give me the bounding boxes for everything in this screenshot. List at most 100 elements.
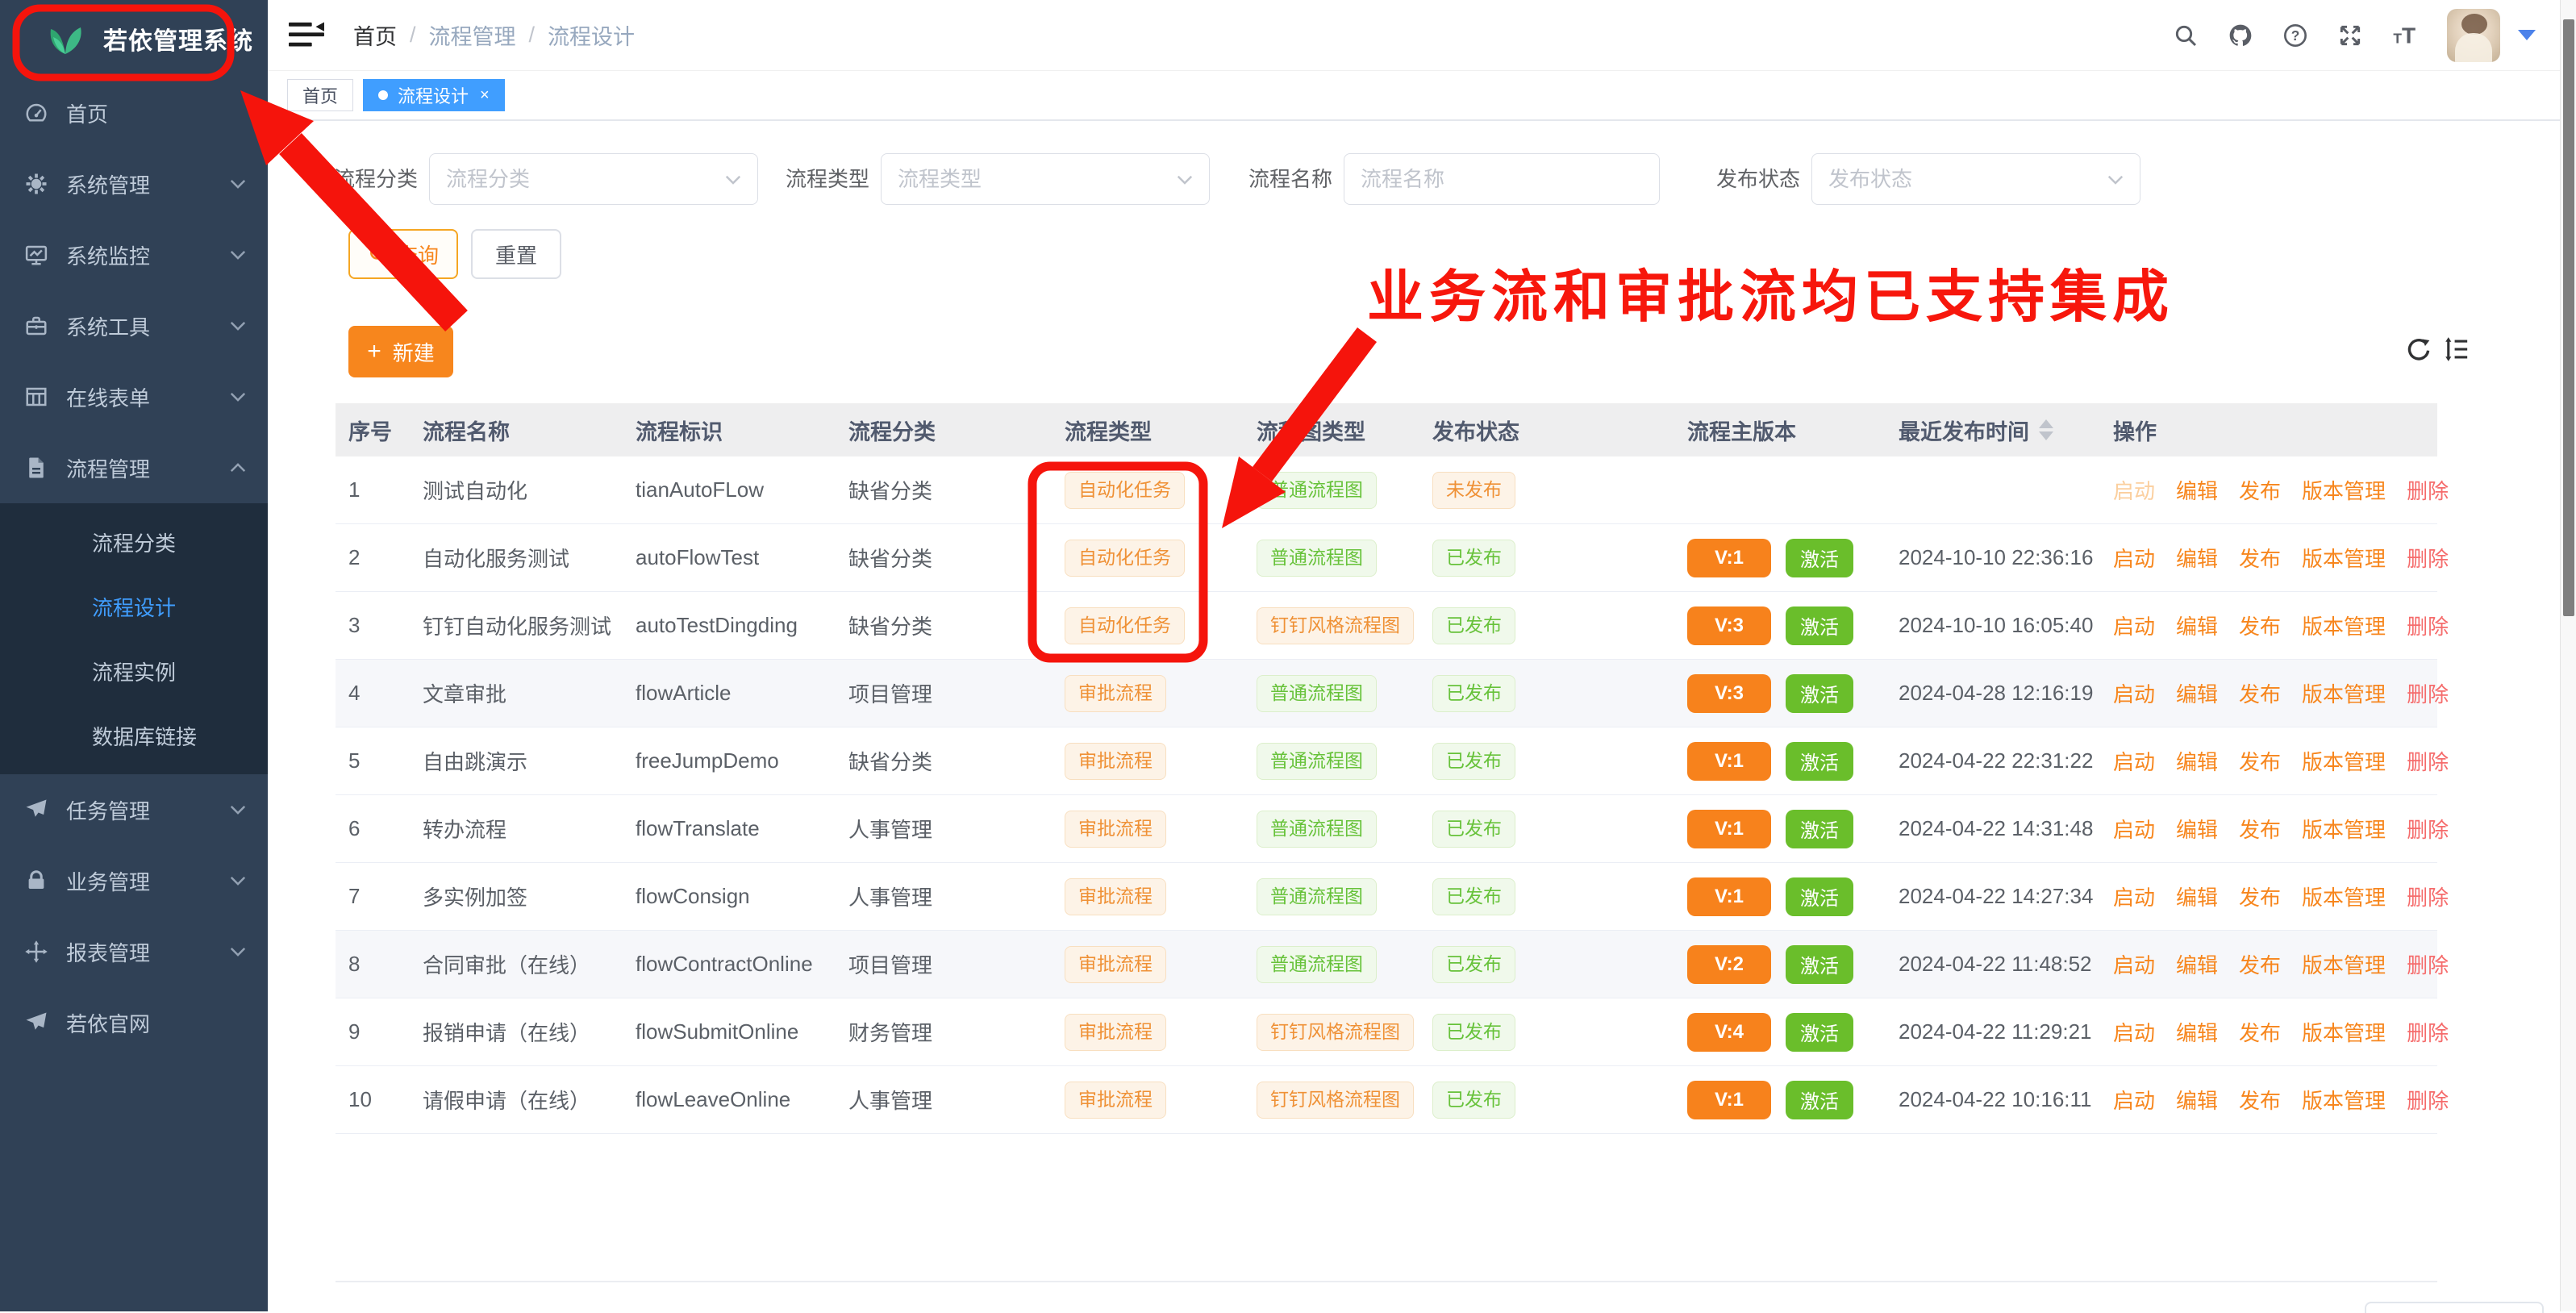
- version-manage-action[interactable]: 版本管理: [2302, 611, 2386, 640]
- create-button[interactable]: + 新建: [348, 326, 453, 377]
- publish-action[interactable]: 发布: [2239, 1085, 2281, 1115]
- sidebar-item-system-tools[interactable]: 系统工具: [0, 290, 268, 361]
- search-button[interactable]: 查询: [348, 229, 458, 279]
- filter-type-label: 流程类型: [786, 153, 869, 205]
- refresh-icon[interactable]: [2405, 336, 2432, 363]
- start-action[interactable]: 启动: [2113, 746, 2155, 776]
- version-manage-action[interactable]: 版本管理: [2302, 882, 2386, 911]
- delete-action[interactable]: 删除: [2407, 746, 2449, 776]
- sidebar-item-flow-admin[interactable]: 流程管理: [0, 432, 268, 503]
- sidebar-item-system-admin[interactable]: 系统管理: [0, 148, 268, 219]
- edit-action[interactable]: 编辑: [2176, 882, 2218, 911]
- start-action[interactable]: 启动: [2113, 1017, 2155, 1047]
- version-manage-action[interactable]: 版本管理: [2302, 475, 2386, 505]
- close-icon[interactable]: ×: [480, 87, 490, 103]
- publish-action[interactable]: 发布: [2239, 814, 2281, 844]
- delete-action[interactable]: 删除: [2407, 882, 2449, 911]
- sidebar-subitem-flow-instance[interactable]: 流程实例: [0, 639, 268, 703]
- delete-action[interactable]: 删除: [2407, 678, 2449, 708]
- edit-action[interactable]: 编辑: [2176, 949, 2218, 979]
- sidebar-collapse-icon[interactable]: [289, 21, 324, 50]
- publish-action[interactable]: 发布: [2239, 1017, 2281, 1047]
- scrollbar-thumb[interactable]: [2563, 19, 2574, 616]
- version-manage-action[interactable]: 版本管理: [2302, 949, 2386, 979]
- process-type-badge: 审批流程: [1065, 811, 1166, 848]
- diagram-type-badge: 钉钉风格流程图: [1257, 1082, 1414, 1119]
- sidebar-subitem-flow-design[interactable]: 流程设计: [0, 574, 268, 639]
- sidebar-item-home[interactable]: 首页: [0, 77, 268, 148]
- delete-action[interactable]: 删除: [2407, 949, 2449, 979]
- edit-action[interactable]: 编辑: [2176, 1017, 2218, 1047]
- version-manage-action[interactable]: 版本管理: [2302, 678, 2386, 708]
- delete-action[interactable]: 删除: [2407, 475, 2449, 505]
- sidebar-item-online-forms[interactable]: 在线表单: [0, 361, 268, 432]
- breadcrumb-item[interactable]: 首页: [353, 19, 397, 51]
- filter-type-select[interactable]: [881, 153, 1210, 205]
- version-manage-action[interactable]: 版本管理: [2302, 543, 2386, 573]
- edit-action[interactable]: 编辑: [2176, 814, 2218, 844]
- sidebar-item-system-monitor[interactable]: 系统监控: [0, 219, 268, 290]
- start-action[interactable]: 启动: [2113, 882, 2155, 911]
- filter-category-select[interactable]: [429, 153, 758, 205]
- sidebar-subitem-db-link[interactable]: 数据库链接: [0, 703, 268, 768]
- filter-name-input[interactable]: [1344, 153, 1660, 205]
- delete-action[interactable]: 删除: [2407, 814, 2449, 844]
- sidebar-item-task-admin[interactable]: 任务管理: [0, 774, 268, 845]
- edit-action[interactable]: 编辑: [2176, 746, 2218, 776]
- version-manage-action[interactable]: 版本管理: [2302, 1085, 2386, 1115]
- active-badge: 激活: [1786, 606, 1853, 645]
- publish-time: 2024-04-28 12:16:19: [1886, 681, 2100, 706]
- process-name: 自由跳演示: [410, 746, 623, 776]
- edit-action[interactable]: 编辑: [2176, 475, 2218, 505]
- start-action[interactable]: 启动: [2113, 678, 2155, 708]
- sidebar-item-ruoyi-site[interactable]: 若依官网: [0, 987, 268, 1058]
- delete-action[interactable]: 删除: [2407, 543, 2449, 573]
- start-action[interactable]: 启动: [2113, 611, 2155, 640]
- table-row: 1测试自动化tianAutoFLow缺省分类自动化任务普通流程图未发布启动编辑发…: [336, 456, 2437, 524]
- process-category: 人事管理: [836, 882, 1052, 911]
- reset-button[interactable]: 重置: [471, 229, 561, 279]
- publish-action[interactable]: 发布: [2239, 611, 2281, 640]
- sidebar-item-report-admin[interactable]: 报表管理: [0, 916, 268, 987]
- sidebar-item-business-admin[interactable]: 业务管理: [0, 845, 268, 916]
- tab-首页[interactable]: 首页: [287, 79, 353, 111]
- row-actions: 启动编辑发布版本管理删除: [2100, 1085, 2449, 1115]
- sort-asc-icon[interactable]: [2039, 419, 2053, 428]
- sidebar-subitem-flow-category[interactable]: 流程分类: [0, 510, 268, 574]
- scrollbar[interactable]: [2560, 0, 2576, 1311]
- filter-status-select[interactable]: [1811, 153, 2140, 205]
- row-index: 3: [336, 613, 410, 638]
- version-manage-action[interactable]: 版本管理: [2302, 746, 2386, 776]
- publish-action[interactable]: 发布: [2239, 475, 2281, 505]
- edit-action[interactable]: 编辑: [2176, 1085, 2218, 1115]
- diagram-type-cell: 普通流程图: [1244, 472, 1419, 509]
- sort-caret-icon[interactable]: [2039, 419, 2053, 440]
- publish-action[interactable]: 发布: [2239, 882, 2281, 911]
- filter-category-label: 流程分类: [334, 153, 418, 205]
- row-index: 6: [336, 816, 410, 841]
- start-action[interactable]: 启动: [2113, 475, 2155, 505]
- start-action[interactable]: 启动: [2113, 814, 2155, 844]
- version-manage-action[interactable]: 版本管理: [2302, 1017, 2386, 1047]
- tab-流程设计[interactable]: 流程设计×: [363, 79, 505, 111]
- edit-action[interactable]: 编辑: [2176, 611, 2218, 640]
- publish-action[interactable]: 发布: [2239, 746, 2281, 776]
- app-logo[interactable]: 若依管理系统: [0, 0, 268, 77]
- edit-action[interactable]: 编辑: [2176, 678, 2218, 708]
- version-manage-action[interactable]: 版本管理: [2302, 814, 2386, 844]
- publish-action[interactable]: 发布: [2239, 949, 2281, 979]
- publish-action[interactable]: 发布: [2239, 543, 2281, 573]
- avatar[interactable]: [2447, 9, 2500, 62]
- sort-desc-icon[interactable]: [2039, 431, 2053, 440]
- density-icon[interactable]: [2442, 336, 2470, 363]
- edit-action[interactable]: 编辑: [2176, 543, 2218, 573]
- delete-action[interactable]: 删除: [2407, 1085, 2449, 1115]
- publish-action[interactable]: 发布: [2239, 678, 2281, 708]
- caret-down-icon[interactable]: [2518, 30, 2536, 40]
- delete-action[interactable]: 删除: [2407, 611, 2449, 640]
- sidebar-menu: 首页系统管理系统监控系统工具在线表单流程管理流程分类流程设计流程实例数据库链接任…: [0, 77, 268, 1058]
- start-action[interactable]: 启动: [2113, 949, 2155, 979]
- start-action[interactable]: 启动: [2113, 543, 2155, 573]
- delete-action[interactable]: 删除: [2407, 1017, 2449, 1047]
- start-action[interactable]: 启动: [2113, 1085, 2155, 1115]
